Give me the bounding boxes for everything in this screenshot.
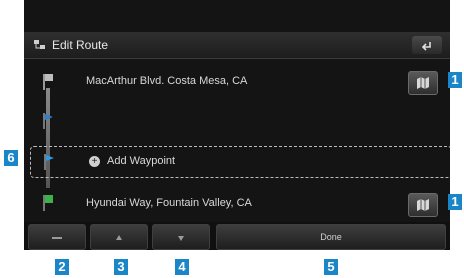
callout-6: 6 <box>4 150 18 166</box>
up-arrow-icon <box>116 234 122 240</box>
destination-location-label: Hyundai Way, Fountain Valley, CA <box>86 197 252 209</box>
minus-icon <box>52 236 62 239</box>
header-bar: Edit Route <box>24 32 450 59</box>
move-down-button[interactable] <box>152 224 210 250</box>
delete-button[interactable] <box>28 224 86 250</box>
done-button[interactable]: Done <box>216 224 446 250</box>
route-item-start[interactable]: MacArthur Blvd. Costa Mesa, CA <box>24 68 450 96</box>
map-icon <box>417 77 429 89</box>
nav-screen: Edit Route MacArthur Blvd. Costa Mesa, C… <box>24 0 450 250</box>
back-arrow-icon <box>421 42 431 51</box>
waypoint-flag-icon <box>43 113 53 129</box>
map-icon <box>417 199 429 211</box>
add-waypoint-label: Add Waypoint <box>107 155 176 167</box>
route-edit-icon <box>34 40 45 49</box>
add-waypoint-row[interactable]: + Add Waypoint <box>30 146 450 178</box>
callout-3: 3 <box>114 259 128 275</box>
destination-flag-icon <box>43 195 53 211</box>
move-up-button[interactable] <box>90 224 148 250</box>
map-view-button-destination[interactable] <box>408 193 438 217</box>
start-location-label: MacArthur Blvd. Costa Mesa, CA <box>86 75 248 87</box>
back-button[interactable] <box>412 36 442 54</box>
callout-5: 5 <box>324 259 338 275</box>
down-arrow-icon <box>178 235 184 241</box>
map-view-button-start[interactable] <box>408 71 438 95</box>
callout-1-bottom: 1 <box>448 194 462 210</box>
route-item-destination[interactable]: Hyundai Way, Fountain Valley, CA <box>24 190 450 218</box>
waypoint-flag-icon <box>44 154 54 170</box>
start-flag-icon <box>43 74 53 90</box>
callout-1-top: 1 <box>448 72 462 88</box>
callout-4: 4 <box>175 259 189 275</box>
bottom-toolbar: Done <box>24 222 450 250</box>
page-title: Edit Route <box>52 38 109 52</box>
add-circle-icon: + <box>89 156 100 167</box>
callout-2: 2 <box>55 259 69 275</box>
